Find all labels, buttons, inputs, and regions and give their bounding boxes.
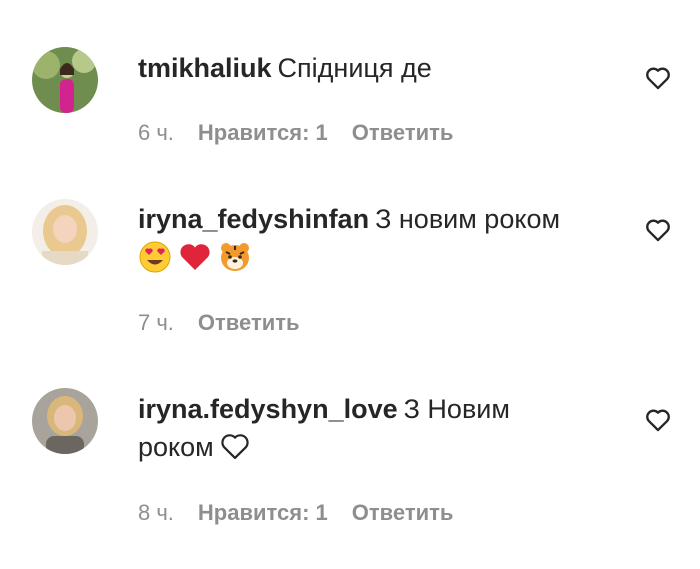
comment-likes[interactable]: Нравится: 1 [198,500,328,526]
red-heart-emoji [180,244,210,270]
comment-meta: 8 ч. Нравится: 1 Ответить [138,500,453,526]
like-heart-icon[interactable] [644,216,674,244]
comment-likes[interactable]: Нравится: 1 [198,120,328,146]
avatar[interactable] [32,47,98,113]
avatar[interactable] [32,199,98,265]
comments-list: tmikhaliuk Спідниця де 6 ч. Нравится: 1 О… [0,0,700,569]
comment-body: tmikhaliuk Спідниця де [138,49,608,87]
comment-time[interactable]: 7 ч. [138,310,174,336]
like-heart-icon[interactable] [644,64,674,92]
like-heart-icon[interactable] [644,406,674,434]
comment-meta: 6 ч. Нравится: 1 Ответить [138,120,453,146]
comment-body: iryna.fedyshyn_love З Новим роком [138,390,608,466]
reply-button[interactable]: Ответить [352,120,454,146]
comment-username[interactable]: tmikhaliuk [138,53,272,83]
comment-text: Спідниця де [277,53,432,83]
comment-time[interactable]: 8 ч. [138,500,174,526]
comment-text-continued: роком [138,432,214,462]
comment-body: iryna_fedyshinfan З новим роком [138,200,608,274]
comment-text: З Новим [403,394,510,424]
tiger-face-emoji [221,243,249,271]
comment-meta: 7 ч. Ответить [138,310,300,336]
reply-button[interactable]: Ответить [352,500,454,526]
avatar[interactable] [32,388,98,454]
emoji-row [138,240,608,274]
heart-eyes-emoji [139,241,171,273]
comment-text: З новим роком [375,204,561,234]
white-heart-emoji [221,434,249,460]
comment-username[interactable]: iryna.fedyshyn_love [138,394,398,424]
comment-time[interactable]: 6 ч. [138,120,174,146]
comment-username[interactable]: iryna_fedyshinfan [138,204,369,234]
reply-button[interactable]: Ответить [198,310,300,336]
